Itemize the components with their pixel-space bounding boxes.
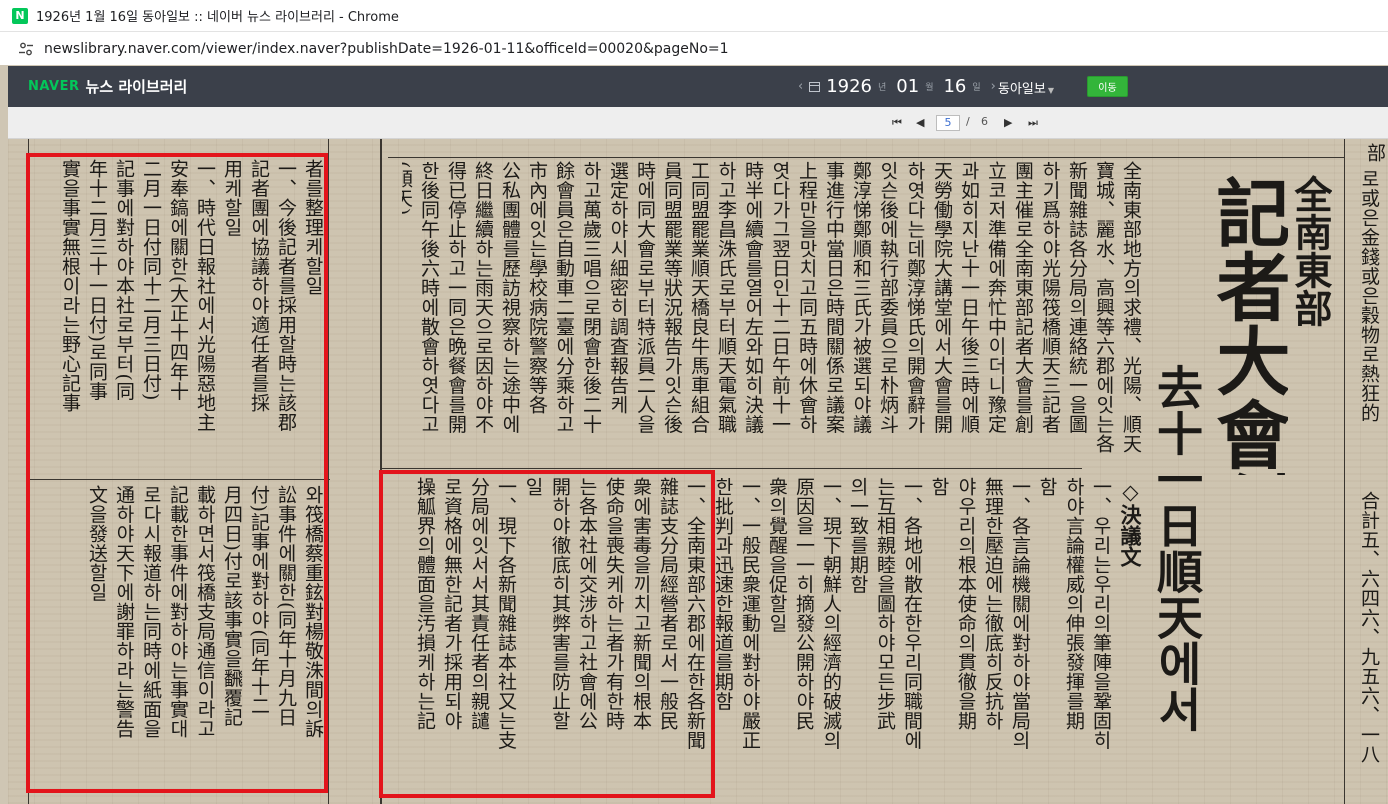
article-line: 寶城、麗水、高興等六郡에잇는各 <box>1093 161 1115 454</box>
article-line: 一、現下朝鮮人의經濟的破滅의 <box>820 477 842 750</box>
row-divider <box>388 157 1344 158</box>
article-line: 工同盟罷業順天橋良牛馬車組合 <box>688 161 710 434</box>
article-line: 엿다가그翌日인十二日午前十一 <box>769 161 791 434</box>
address-bar[interactable]: newslibrary.naver.com/viewer/index.naver… <box>0 32 1388 65</box>
window-title: 1926년 1월 16일 동아일보 :: 네이버 뉴스 라이브러리 - Chro… <box>36 10 399 25</box>
article-line: 한後同午後六時에散會하엿다고 <box>418 161 440 434</box>
resolution-list: 一、우리는우리의筆陣을鞏固히 하야言論權威의伸張發揮를期 함 一、各言論機關에對하야當… <box>714 477 1114 799</box>
naver-favicon-icon: N <box>12 7 28 24</box>
article-line: 하고萬歲三唱으로閉會한後二十 <box>580 161 602 434</box>
right-fragment-numbers: 合計五、六四六、九五六、一八 <box>1358 491 1380 764</box>
library-header: NAVER 뉴스 라이브러리 ‹ 1926 년 01 월 16 일 › 동아일보… <box>8 66 1388 107</box>
article-line: 함 <box>1036 477 1058 497</box>
article-line: 하기爲하야光陽筏橋順天三記者 <box>1039 161 1061 434</box>
article-line: 事進行中當日은時間關係로議案 <box>823 161 845 434</box>
article-line: 時半에續會를열어左와如히決議 <box>742 161 764 434</box>
article-line: 衆의覺醒을促할일 <box>766 477 788 633</box>
total-pages: 6 <box>981 115 988 128</box>
article-line: 餘會員은自動車二臺에分乘하고 <box>553 161 575 434</box>
next-date-icon[interactable]: › <box>991 79 996 94</box>
last-page-icon[interactable]: ⏭ <box>1028 116 1038 130</box>
day-value[interactable]: 16 <box>943 76 966 97</box>
page-navigation: ⏮ ◀ 5 / 6 ▶ ⏭ <box>8 107 1388 139</box>
article-line: 上程만을맛치고同五時에休會하 <box>796 161 818 434</box>
library-title[interactable]: 뉴스 라이브러리 <box>86 76 188 97</box>
article-line: 員同盟罷業等狀況報告가잇슨後 <box>661 161 683 434</box>
article-line: 全南東部地方의求禮、光陽、順天 <box>1120 161 1142 454</box>
column-divider <box>328 139 329 804</box>
article-line: 함 <box>928 477 950 497</box>
article-line: 一、各地에散在한우리同職間에 <box>901 477 923 750</box>
article-line: (順天) <box>402 161 413 216</box>
month-unit: 월 <box>925 83 934 93</box>
article-line: 終日繼續하는雨天으로因하야不 <box>472 161 494 434</box>
newspaper-page[interactable]: 全南東部 記者大會創立 去十一日順天에서 部 로或은金錢或은穀物로熱狂的 合計五… <box>8 139 1388 804</box>
tune-icon[interactable] <box>18 41 34 57</box>
paper-select-value: 동아일보 <box>998 82 1046 97</box>
next-page-icon[interactable]: ▶ <box>1004 116 1012 130</box>
article-line: 하야言論權威의伸張發揮를期 <box>1063 477 1085 731</box>
right-fragment-text: 로或은金錢或은穀物로熱狂的 <box>1352 169 1382 499</box>
article-line: 選定하야시細密히調査報告케 <box>607 161 629 415</box>
column-divider <box>1344 139 1345 804</box>
article-line: 立코저準備에奔忙中이더니豫定 <box>985 161 1007 434</box>
article-body-top: 全南東部地方의求禮、光陽、順天 寶城、麗水、高興等六郡에잇는各 新聞雜誌各分局의連絡… <box>402 161 1144 463</box>
row-divider <box>382 468 1082 469</box>
prev-date-icon[interactable]: ‹ <box>798 79 803 94</box>
calendar-icon[interactable] <box>809 81 821 92</box>
highlight-box-middle <box>379 470 715 798</box>
paper-select[interactable]: 동아일보 ▼ <box>998 78 1054 97</box>
year-unit: 년 <box>878 83 887 93</box>
article-line: 一、各言論機關에對하야當局의 <box>1009 477 1031 750</box>
headline-date: 去十一日順天에서 <box>1150 364 1204 732</box>
article-line: 公私團體를歷訪視察하는途中에 <box>499 161 521 434</box>
article-line: 鄭淳悌鄭順和三氏가被選되야議 <box>850 161 872 434</box>
headline-region: 全南東部 <box>1288 175 1332 327</box>
prev-page-icon[interactable]: ◀ <box>916 116 924 130</box>
first-page-icon[interactable]: ⏮ <box>892 116 902 130</box>
current-page-input[interactable]: 5 <box>936 115 960 131</box>
day-unit: 일 <box>972 83 981 93</box>
date-selector: ‹ 1926 년 01 월 16 일 › <box>798 66 996 107</box>
right-fragment-line: 로或은金錢或은穀物로熱狂的 <box>1358 169 1380 423</box>
article-line: 하엿다는데鄭淳悌氏의開會辭가 <box>904 161 926 434</box>
article-line: 市內에잇는學校病院警察等各 <box>526 161 548 415</box>
article-line: 時에同大會로부터特派員二人을 <box>634 161 656 434</box>
article-line: 의一致를期함 <box>847 477 869 594</box>
article-line: 新聞雜誌各分局의連絡統一을圖 <box>1066 161 1088 434</box>
naver-logo[interactable]: NAVER <box>28 79 80 94</box>
article-line: 一、우리는우리의筆陣을鞏固히 <box>1090 477 1112 750</box>
resolution-label: ◇決議文 <box>1118 479 1143 567</box>
window-titlebar: N 1926년 1월 16일 동아일보 :: 네이버 뉴스 라이브러리 - Ch… <box>0 0 1388 32</box>
article-line: 一、一般民衆運動에對하야嚴正 <box>739 477 761 750</box>
article-line: 無理한壓迫에는徹底히反抗하 <box>982 477 1004 731</box>
article-line: 야우리의根本使命의貫徹을期 <box>955 477 977 731</box>
headline-main: 記者大會創立 <box>1206 175 1288 475</box>
chevron-down-icon: ▼ <box>1047 86 1054 95</box>
article-line: 과如히지난十一日午後三時에順 <box>958 161 980 434</box>
year-value[interactable]: 1926 <box>826 76 872 97</box>
article-line: 得已停止하고一同은晩餐會를開 <box>445 161 467 434</box>
article-line: 原因을一一히摘發公開하야民 <box>793 477 815 731</box>
page-separator: / <box>966 115 970 128</box>
go-button[interactable]: 이동 <box>1087 76 1128 97</box>
article-line: 天勞働學院大講堂에서大會를開 <box>931 161 953 434</box>
article-line: 團主催로全南東部記者大會를創 <box>1012 161 1034 434</box>
article-line: 는互相親睦을圖하야모든步武 <box>874 477 896 731</box>
article-line: 한批判과迅速한報道를期함 <box>714 477 734 711</box>
article-line: 하고李昌洙氏로부터順天電氣職 <box>715 161 737 434</box>
article-line: 잇슨後에執行部委員으로朴炳斗 <box>877 161 899 434</box>
right-fragment-line: 部 <box>1364 143 1386 163</box>
highlight-box-left <box>26 153 328 793</box>
url-text[interactable]: newslibrary.naver.com/viewer/index.naver… <box>44 41 729 57</box>
month-value[interactable]: 01 <box>896 76 919 97</box>
